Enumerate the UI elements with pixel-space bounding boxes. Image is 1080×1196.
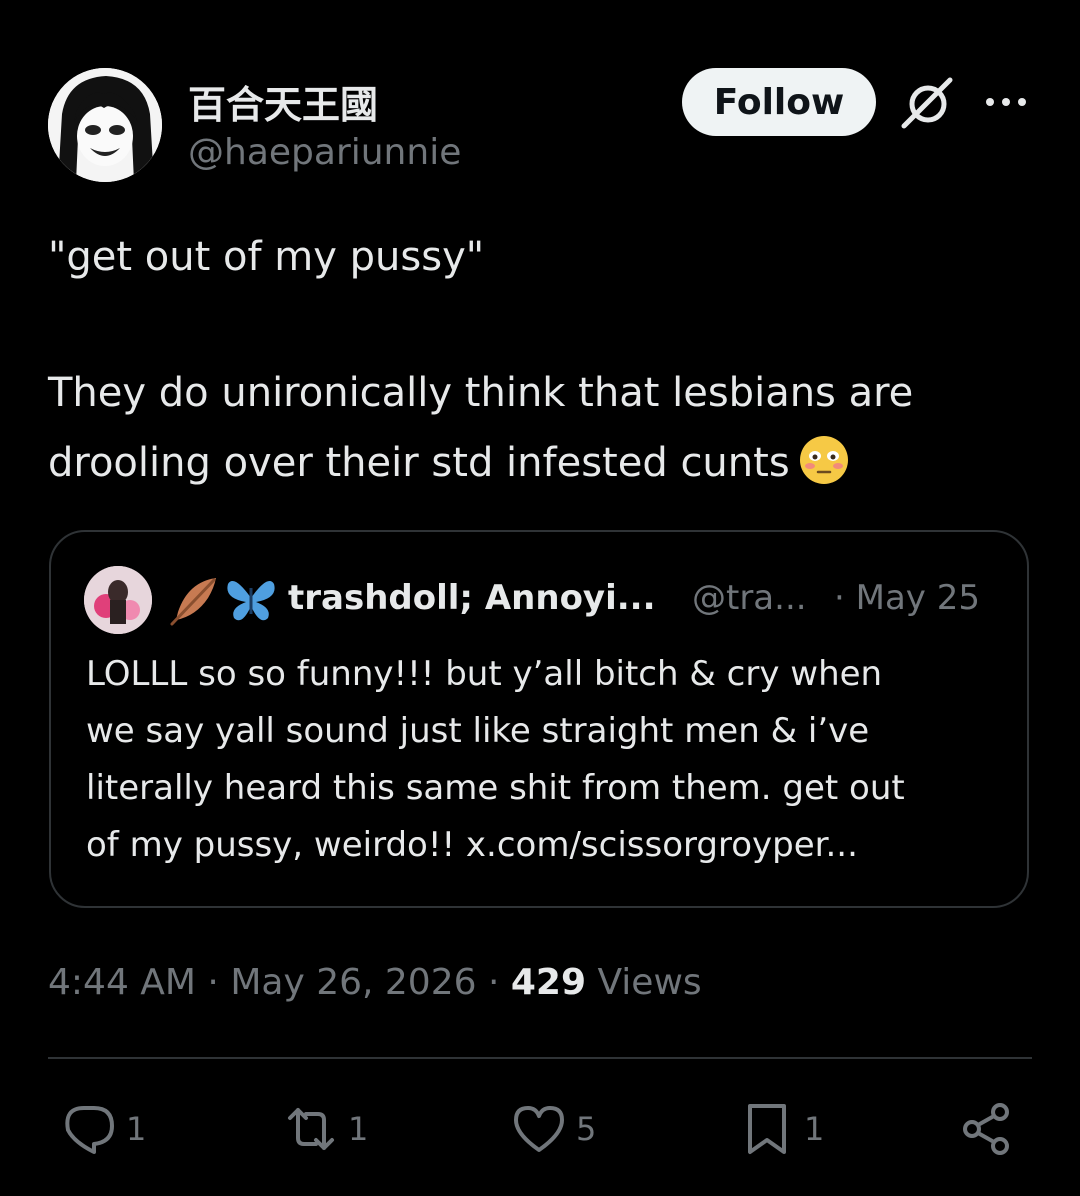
follow-button[interactable]: Follow (682, 68, 876, 136)
author-avatar[interactable] (48, 68, 162, 182)
quoted-author-avatar[interactable] (84, 566, 152, 634)
quoted-tweet-text-line: literally heard this same shit from them… (86, 768, 905, 808)
feather-icon (166, 572, 222, 628)
bookmark-count: 1 (804, 1110, 825, 1148)
quoted-author-handle[interactable]: @tra... (692, 578, 807, 618)
reply-button[interactable]: 1 (60, 1098, 146, 1160)
bookmark-button[interactable]: 1 (738, 1098, 824, 1160)
flushed-face-emoji-icon (798, 434, 850, 486)
tweet-meta: 4:44 AM · May 26, 2026 · 429 Views (48, 962, 702, 1003)
reply-icon (65, 1106, 114, 1154)
tweet-date[interactable]: May 26, 2026 (230, 962, 476, 1003)
views-label: Views (586, 962, 702, 1003)
grok-icon[interactable] (898, 74, 958, 134)
quoted-author-name[interactable]: trashdoll; Annoyi... (288, 578, 656, 618)
more-icon[interactable] (982, 84, 1030, 120)
meta-separator: · (476, 962, 511, 1003)
tweet-text-content: drooling over their std infested cunts (48, 440, 790, 486)
quoted-tweet-text-line: LOLLL so so funny!!! but y’all bitch & c… (86, 654, 883, 694)
tweet-time[interactable]: 4:44 AM (48, 962, 196, 1003)
like-button[interactable]: 5 (510, 1098, 596, 1160)
tweet-text-line: drooling over their std infested cunts (48, 428, 850, 498)
repost-icon (288, 1108, 334, 1150)
meta-separator: · (195, 962, 231, 1003)
bookmark-icon (748, 1104, 786, 1154)
share-button[interactable] (958, 1098, 1016, 1160)
reply-count: 1 (126, 1110, 147, 1148)
author-handle[interactable]: @haepariunnie (188, 132, 461, 173)
like-count: 5 (576, 1110, 597, 1148)
tweet-text-line: They do unironically think that lesbians… (48, 370, 914, 416)
repost-button[interactable]: 1 (282, 1098, 368, 1160)
repost-count: 1 (348, 1110, 369, 1148)
quoted-tweet-date[interactable]: · May 25 (834, 578, 980, 618)
author-display-name[interactable]: 百合天王國 (188, 74, 378, 129)
quoted-tweet-text-line: we say yall sound just like straight men… (86, 711, 870, 751)
views-count: 429 (510, 962, 587, 1003)
tweet-text-line: "get out of my pussy" (48, 234, 485, 280)
divider (48, 1057, 1032, 1059)
quoted-tweet-text-line: of my pussy, weirdo!! x.com/scissorgroyp… (86, 825, 858, 865)
share-icon (963, 1103, 1009, 1155)
heart-icon (514, 1106, 564, 1152)
butterfly-icon (224, 574, 278, 626)
